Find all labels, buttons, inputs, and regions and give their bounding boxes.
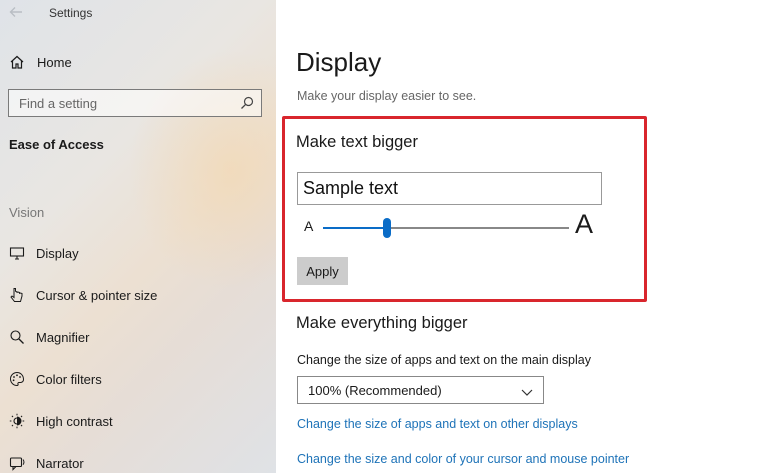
scale-dropdown-value: 100% (Recommended) [308, 382, 442, 398]
chevron-down-icon [521, 385, 533, 396]
slider-track-fill [323, 227, 387, 229]
sidebar-item-label: Color filters [36, 371, 102, 387]
contrast-icon [9, 413, 25, 429]
narrator-icon [9, 455, 25, 471]
sidebar-item-cursor-pointer-size[interactable]: Cursor & pointer size [9, 285, 269, 305]
scale-field-label: Change the size of apps and text on the … [297, 353, 591, 367]
palette-icon [9, 371, 25, 387]
slider-track [386, 227, 569, 229]
sidebar-item-label: Magnifier [36, 329, 90, 345]
text-size-slider[interactable] [323, 218, 569, 238]
search-input[interactable] [9, 90, 229, 116]
slider-max-label: A [575, 209, 594, 239]
section-title: Ease of Access [9, 137, 104, 152]
home-nav-item[interactable]: Home [9, 52, 72, 72]
title-bar: Settings [0, 0, 276, 28]
back-arrow-icon[interactable] [9, 5, 23, 19]
sidebar-item-narrator[interactable]: Narrator [9, 453, 269, 473]
sidebar: Settings Home Ease of Access Vision Disp… [0, 0, 276, 473]
magnifier-icon [9, 329, 25, 345]
sidebar-item-color-filters[interactable]: Color filters [9, 369, 269, 389]
sidebar-item-high-contrast[interactable]: High contrast [9, 411, 269, 431]
search-box[interactable] [8, 89, 262, 117]
sample-text-preview: Sample text [297, 172, 602, 205]
sidebar-item-label: Cursor & pointer size [36, 287, 158, 303]
link-other-displays[interactable]: Change the size of apps and text on othe… [297, 417, 578, 431]
search-icon[interactable] [240, 96, 254, 110]
sidebar-item-label: Narrator [36, 455, 84, 471]
scale-dropdown[interactable]: 100% (Recommended) [297, 376, 544, 404]
monitor-icon [9, 245, 25, 261]
sidebar-item-display[interactable]: Display [9, 243, 269, 263]
sidebar-item-label: Display [36, 245, 79, 261]
slider-thumb[interactable] [382, 218, 391, 238]
make-text-bigger-heading: Make text bigger [296, 133, 418, 151]
sidebar-item-magnifier[interactable]: Magnifier [9, 327, 269, 347]
link-cursor-pointer[interactable]: Change the size and color of your cursor… [297, 452, 629, 466]
sidebar-item-label: High contrast [36, 413, 113, 429]
app-title: Settings [49, 6, 93, 20]
page-subtitle: Make your display easier to see. [297, 89, 477, 103]
home-label: Home [37, 54, 72, 70]
home-icon [9, 54, 25, 70]
pointer-icon [9, 287, 25, 303]
apply-button[interactable]: Apply [297, 257, 348, 285]
page-title: Display [296, 47, 382, 77]
group-label-vision: Vision [9, 205, 45, 220]
main-content: Display Make your display easier to see.… [276, 0, 768, 473]
slider-min-label: A [304, 218, 314, 234]
make-everything-bigger-heading: Make everything bigger [296, 314, 468, 332]
